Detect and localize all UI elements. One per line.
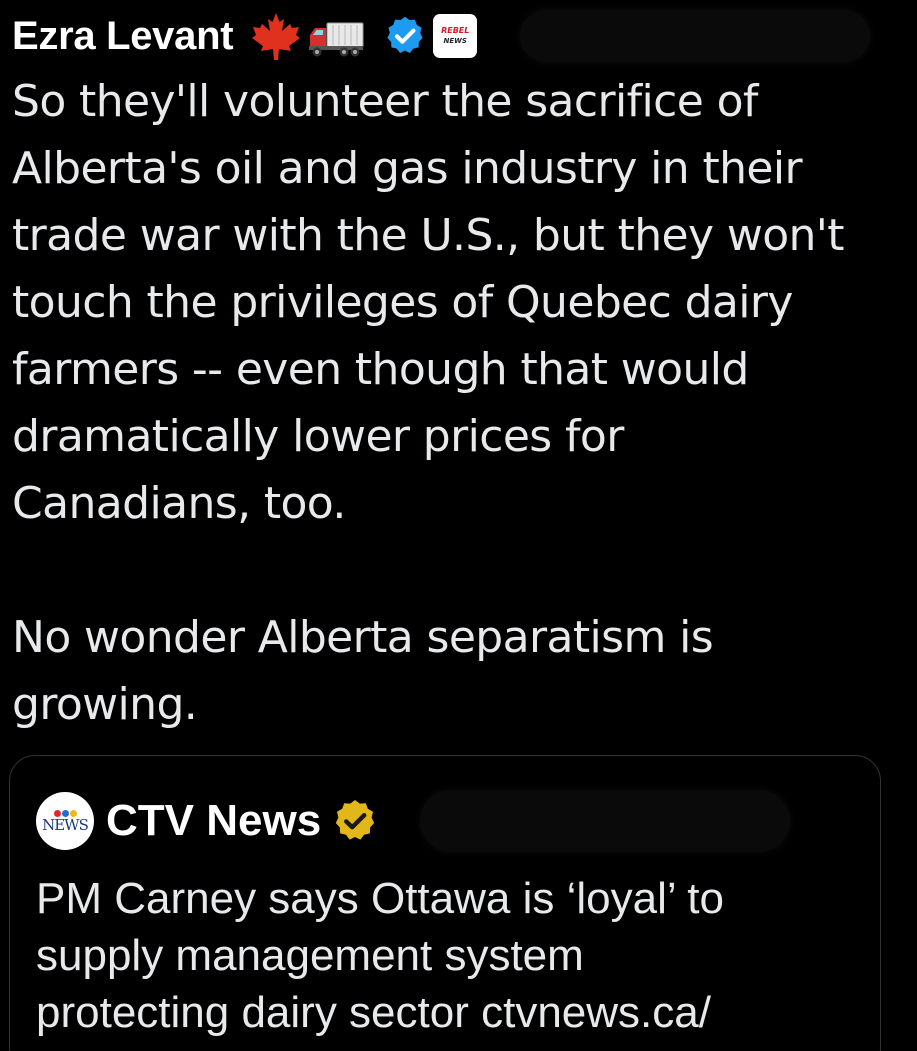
tweet: Ezra Levant REBEL NEWS So they'll volunt… [0, 0, 917, 1051]
quoted-tweet-text: PM Carney says Ottawa is ‘loyal’ to supp… [36, 874, 724, 1037]
redacted-quoted-handle [420, 790, 790, 852]
ctv-news-avatar[interactable]: NEWS [36, 792, 94, 850]
org-badge-line-1: REBEL [441, 26, 470, 35]
author-row: Ezra Levant REBEL NEWS [12, 8, 478, 64]
ctv-logo-word: NEWS [42, 815, 89, 834]
org-badge-line-2: NEWS [443, 37, 467, 45]
maple-leaf-icon [251, 11, 301, 61]
quoted-author-row: NEWS CTV News [36, 792, 379, 850]
author-name[interactable]: Ezra Levant [12, 8, 234, 64]
verified-icon[interactable] [383, 14, 427, 58]
truck-icon [307, 11, 365, 61]
gold-verified-icon[interactable] [331, 797, 379, 845]
redacted-handle [520, 10, 870, 62]
tweet-text: So they'll volunteer the sacrifice of Al… [12, 76, 845, 730]
rebel-news-badge[interactable]: REBEL NEWS [433, 14, 478, 58]
quoted-author-name[interactable]: CTV News [106, 792, 321, 850]
